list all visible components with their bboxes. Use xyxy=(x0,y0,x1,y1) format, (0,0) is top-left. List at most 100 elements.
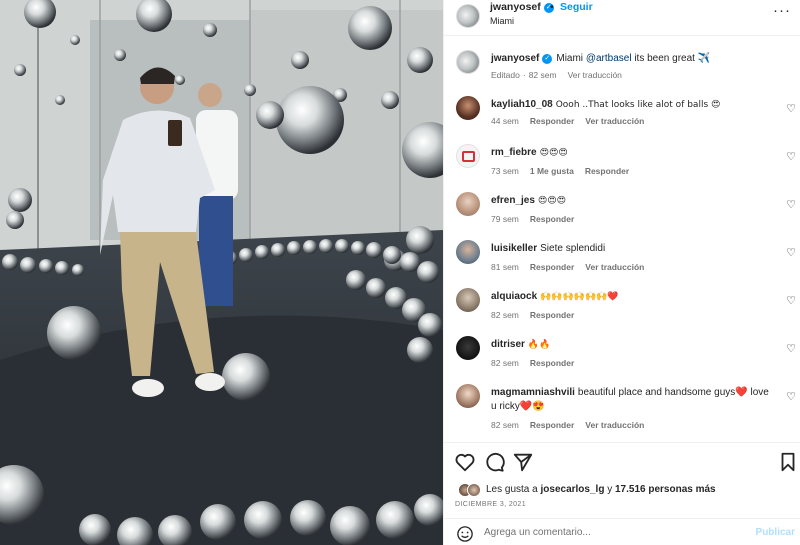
caption-username[interactable]: jwanyosef xyxy=(491,53,539,64)
commenter-avatar[interactable] xyxy=(456,288,480,312)
commenter-avatar[interactable] xyxy=(456,96,480,120)
post-header: jwanyosef ✓ • Seguir Miami ··· xyxy=(444,0,800,36)
likes-summary: Les gusta a josecarlos_lg y 17.516 perso… xyxy=(486,484,716,495)
post-date[interactable]: DICIEMBRE 3, 2021 xyxy=(455,501,526,508)
comment-text: magmamniashvili beautiful place and hands… xyxy=(491,386,771,414)
comment-like-heart-icon[interactable]: ♡ xyxy=(786,342,796,355)
comment-time[interactable]: 73 sem xyxy=(491,166,519,176)
comment-username[interactable]: magmamniashvili xyxy=(491,387,575,398)
comment-body: 🙌🙌🙌🙌🙌🙌❤️ xyxy=(540,292,619,302)
emoji-icon[interactable] xyxy=(456,525,474,543)
comment-time[interactable]: 82 sem xyxy=(491,310,519,320)
comment-time[interactable]: 82 sem xyxy=(491,420,519,430)
caption-author-avatar[interactable] xyxy=(456,50,480,74)
comment-time[interactable]: 79 sem xyxy=(491,214,519,224)
comment-text: efren_jes 😍😍😍 xyxy=(491,194,771,208)
heart-icon[interactable] xyxy=(454,451,476,473)
post-actions: Les gusta a josecarlos_lg y 17.516 perso… xyxy=(444,442,800,545)
infinity-mirror-room-image xyxy=(0,0,443,545)
translate-button[interactable]: Ver traducción xyxy=(585,420,644,430)
caption-body-end: its been great ✈️ xyxy=(631,53,711,64)
comment-username[interactable]: alquiaock xyxy=(491,291,537,302)
comments-list[interactable]: jwanyosef ✓ Miami @artbasel its been great… xyxy=(444,40,800,440)
comment-username[interactable]: ditriser xyxy=(491,339,525,350)
post-photo[interactable] xyxy=(0,0,443,545)
comment-meta: 73 sem 1 Me gusta Responder xyxy=(491,166,640,176)
likes-count-link[interactable]: 17.516 personas más xyxy=(615,484,716,495)
comment-username[interactable]: efren_jes xyxy=(491,195,535,206)
caption-time[interactable]: 82 sem xyxy=(529,70,557,80)
author-username[interactable]: jwanyosef ✓ xyxy=(490,1,554,13)
comment-body: 😍😍😍 xyxy=(539,148,568,158)
author-avatar[interactable] xyxy=(456,4,480,28)
add-comment-bar: Publicar xyxy=(444,518,800,545)
likes-prefix: Les gusta a xyxy=(486,484,538,495)
comment-body: Oooh ..That looks like alot of balls 😍 xyxy=(555,100,721,110)
comment-body: 😍😍😍 xyxy=(537,196,567,206)
commenter-avatar[interactable] xyxy=(456,336,480,360)
comment-body: Siete splendidi xyxy=(540,243,606,254)
mention-link[interactable]: @artbasel xyxy=(586,53,632,64)
follow-button[interactable]: Seguir xyxy=(560,1,593,13)
liker-avatar xyxy=(467,483,481,497)
edited-separator: · xyxy=(522,70,526,80)
caption-text: jwanyosef ✓ Miami @artbasel its been great… xyxy=(491,52,771,66)
comment-text: luisikeller Siete splendidi xyxy=(491,242,771,256)
author-username-text[interactable]: jwanyosef xyxy=(490,1,541,13)
likes-featured-user[interactable]: josecarlos_lg xyxy=(541,484,605,495)
comment-meta: 79 sem Responder xyxy=(491,214,585,224)
reply-button[interactable]: Responder xyxy=(530,214,574,224)
comment-text: alquiaock 🙌🙌🙌🙌🙌🙌❤️ xyxy=(491,290,771,304)
translate-button[interactable]: Ver traducción xyxy=(585,262,644,272)
comment-time[interactable]: 44 sem xyxy=(491,116,519,126)
comment-time[interactable]: 82 sem xyxy=(491,358,519,368)
comment-like-heart-icon[interactable]: ♡ xyxy=(786,294,796,307)
commenter-avatar[interactable] xyxy=(456,192,480,216)
comment-text: ditriser 🔥🔥 xyxy=(491,338,771,352)
comment-like-heart-icon[interactable]: ♡ xyxy=(786,150,796,163)
likers-avatars[interactable] xyxy=(458,483,482,497)
comment-meta: 82 sem Responder xyxy=(491,358,585,368)
comment-likes-count[interactable]: 1 Me gusta xyxy=(530,166,574,176)
comment-icon[interactable] xyxy=(483,451,505,473)
caption-translate-button[interactable]: Ver traducción xyxy=(568,70,622,80)
separator-dot: • xyxy=(550,1,554,13)
share-icon[interactable] xyxy=(512,451,534,473)
publish-button[interactable]: Publicar xyxy=(756,527,795,538)
comment-meta: 44 sem Responder Ver traducción xyxy=(491,116,655,126)
reply-button[interactable]: Responder xyxy=(530,310,574,320)
comment-like-heart-icon[interactable]: ♡ xyxy=(786,198,796,211)
comment-body: 🔥🔥 xyxy=(527,340,551,350)
reply-button[interactable]: Responder xyxy=(585,166,629,176)
commenter-avatar[interactable] xyxy=(456,144,480,168)
caption-meta: Editado · 82 sem Ver traducción xyxy=(491,70,633,80)
bookmark-icon[interactable] xyxy=(777,451,799,473)
commenter-avatar[interactable] xyxy=(456,240,480,264)
comment-like-heart-icon[interactable]: ♡ xyxy=(786,246,796,259)
comment-meta: 82 sem Responder Ver traducción xyxy=(491,420,655,430)
commenter-avatar[interactable] xyxy=(456,384,480,408)
comment-like-heart-icon[interactable]: ♡ xyxy=(786,390,796,403)
reply-button[interactable]: Responder xyxy=(530,420,574,430)
translate-button[interactable]: Ver traducción xyxy=(585,116,644,126)
comment-username[interactable]: luisikeller xyxy=(491,243,537,254)
reply-button[interactable]: Responder xyxy=(530,116,574,126)
comment-username[interactable]: rm_fiebre xyxy=(491,147,537,158)
add-comment-input[interactable] xyxy=(484,527,744,538)
comment-username[interactable]: kayliah10_08 xyxy=(491,99,553,110)
more-options-icon[interactable]: ··· xyxy=(773,2,791,19)
post-location[interactable]: Miami xyxy=(490,16,514,26)
post-side-panel: jwanyosef ✓ • Seguir Miami ··· jwanyosef ✓… xyxy=(443,0,800,545)
comment-text: kayliah10_08 Oooh ..That looks like alot … xyxy=(491,98,771,112)
reply-button[interactable]: Responder xyxy=(530,358,574,368)
comment-meta: 82 sem Responder xyxy=(491,310,585,320)
commenter-logo-icon xyxy=(462,151,475,162)
comment-like-heart-icon[interactable]: ♡ xyxy=(786,102,796,115)
verified-badge-icon: ✓ xyxy=(542,54,553,64)
caption-body-start: Miami xyxy=(556,53,586,64)
edited-label: Editado xyxy=(491,70,520,80)
comment-time[interactable]: 81 sem xyxy=(491,262,519,272)
comment-text: rm_fiebre 😍😍😍 xyxy=(491,146,771,160)
reply-button[interactable]: Responder xyxy=(530,262,574,272)
likes-connector: y xyxy=(607,484,613,495)
